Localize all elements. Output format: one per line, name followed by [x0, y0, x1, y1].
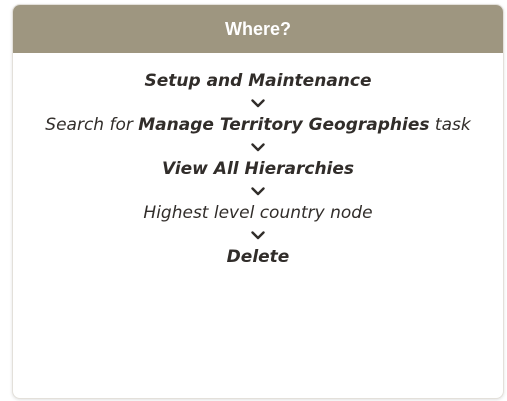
step-task-name: Manage Territory Geographies [138, 115, 430, 135]
chevron-down-icon [251, 225, 265, 245]
step-label: View All Hierarchies [161, 159, 355, 179]
chevron-down-icon [251, 137, 265, 157]
step-label: Setup and Maintenance [144, 71, 372, 91]
card-title: Where? [224, 18, 291, 39]
step-suffix: task [429, 115, 471, 135]
step-label: Highest level country node [143, 203, 373, 223]
where-card: Where? Setup and Maintenance Search for … [12, 4, 504, 399]
step-prefix: Search for [45, 115, 139, 135]
step-search-task: Search for Manage Territory Geographies … [45, 113, 470, 137]
step-setup-and-maintenance: Setup and Maintenance [144, 69, 371, 93]
chevron-down-icon [251, 93, 265, 113]
card-header: Where? [13, 5, 503, 53]
step-highest-level-country-node: Highest level country node [143, 201, 372, 225]
chevron-down-icon [251, 181, 265, 201]
step-label: Delete [226, 247, 290, 267]
step-delete: Delete [227, 245, 290, 269]
navigation-path: Setup and Maintenance Search for Manage … [13, 53, 503, 269]
step-view-all-hierarchies: View All Hierarchies [162, 157, 354, 181]
